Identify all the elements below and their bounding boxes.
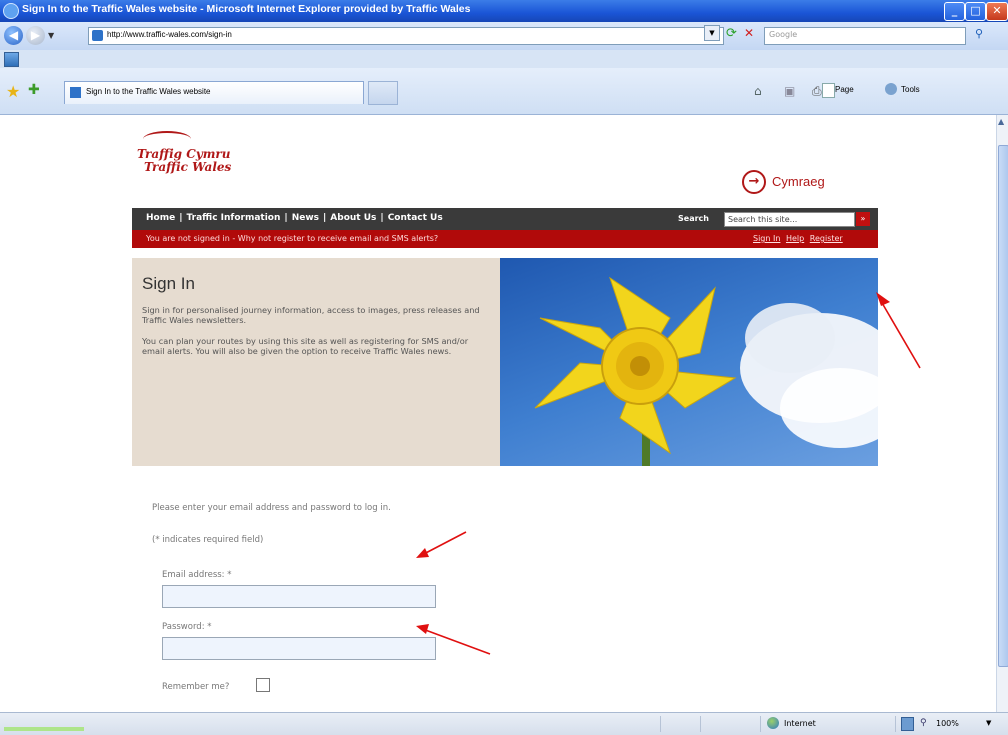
status-divider: [660, 716, 661, 732]
status-bar: Internet ⚲ 100% ▼: [0, 712, 1008, 735]
protected-mode-icon[interactable]: [901, 717, 914, 731]
zoom-dropdown-icon[interactable]: ▼: [986, 719, 991, 727]
zoom-level[interactable]: 100%: [936, 719, 959, 728]
page-load-progress: [4, 727, 84, 731]
zoom-magnifier-icon[interactable]: ⚲: [920, 718, 927, 728]
internet-zone-icon: [767, 717, 779, 729]
status-divider: [700, 716, 701, 732]
security-zone-label[interactable]: Internet: [784, 719, 816, 728]
status-divider: [895, 716, 896, 732]
annotation-arrows: [416, 292, 921, 655]
status-divider: [760, 716, 761, 732]
